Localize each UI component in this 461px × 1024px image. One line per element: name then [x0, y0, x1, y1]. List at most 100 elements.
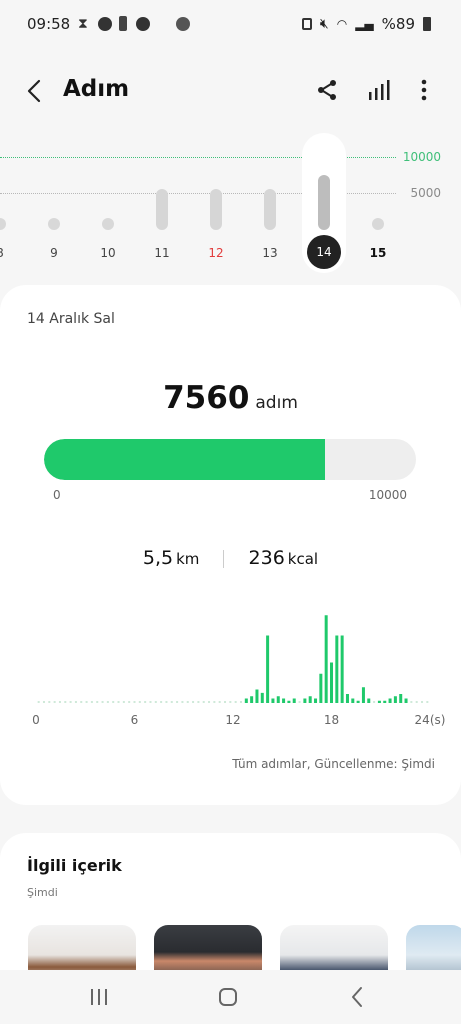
- week-day-dot: [372, 218, 384, 230]
- step-count-value: 7560: [163, 380, 250, 416]
- hourly-empty-dot: [138, 701, 141, 703]
- shazam-icon: [136, 17, 150, 31]
- week-day-13[interactable]: 13: [250, 125, 290, 275]
- hourly-empty-dot: [53, 701, 56, 703]
- week-day-10[interactable]: 10: [88, 125, 128, 275]
- week-day-14[interactable]: 14: [302, 133, 346, 273]
- hourly-bar: [361, 687, 365, 703]
- hourly-bar: [393, 696, 397, 703]
- week-day-12[interactable]: 12: [196, 125, 236, 275]
- hourly-bar: [255, 689, 259, 703]
- hourly-bar: [367, 698, 371, 703]
- system-nav-bar: [0, 970, 461, 1024]
- week-day-8[interactable]: 8: [0, 125, 20, 275]
- hourly-empty-dot: [101, 701, 104, 703]
- step-count: 7560 adım: [0, 380, 461, 416]
- week-day-label: 12: [208, 246, 224, 260]
- hourly-empty-dot: [224, 701, 227, 703]
- hourly-bar: [383, 700, 387, 703]
- step-count-unit: adım: [255, 393, 298, 413]
- recent-apps-icon[interactable]: [89, 988, 109, 1006]
- hourly-bar: [303, 698, 307, 703]
- hourly-bar: [399, 694, 403, 703]
- goal-progress-fill: [44, 439, 326, 480]
- hourly-empty-dot: [197, 701, 200, 703]
- hourly-bar: [292, 698, 296, 703]
- hourly-empty-dot: [122, 701, 125, 703]
- week-day-15[interactable]: 15: [358, 125, 398, 275]
- hourly-bar: [345, 694, 349, 703]
- app-bar: Adım: [0, 66, 461, 116]
- week-day-label: 8: [0, 246, 20, 260]
- hourly-empty-dot: [48, 701, 51, 703]
- home-icon[interactable]: [219, 988, 237, 1006]
- hourly-empty-dot: [202, 701, 205, 703]
- chart-footnote: Tüm adımlar, Güncellenme: Şimdi: [232, 757, 435, 771]
- week-day-label: 11: [154, 246, 170, 260]
- hourly-x-tick: 6: [131, 713, 139, 727]
- week-day-dot: [102, 218, 114, 230]
- hourly-bar: [250, 696, 254, 703]
- weekly-steps-chart[interactable]: 10000 5000 8 9 10 11 12 13 14 15: [0, 125, 461, 275]
- hourly-bar: [260, 692, 264, 703]
- hourly-empty-dot: [128, 701, 131, 703]
- stats-divider: [223, 549, 225, 568]
- nba-icon: [119, 16, 127, 31]
- distance-unit: km: [176, 550, 200, 568]
- hourly-bar: [330, 662, 333, 703]
- hourly-empty-dot: [426, 701, 429, 703]
- hourly-empty-dot: [64, 701, 67, 703]
- week-day-label: 15: [369, 246, 387, 260]
- calories-value: 236: [248, 547, 285, 569]
- more-vert-icon[interactable]: [414, 78, 434, 102]
- goal-progress-bar: [44, 439, 416, 480]
- week-day-dot: [48, 218, 60, 230]
- facebook-icon: [98, 17, 112, 31]
- hourly-bar: [335, 635, 339, 703]
- hourly-bar: [351, 698, 355, 703]
- week-day-bar: [156, 189, 168, 230]
- status-bar: 09:58 ⧗ 🔇︎ ◠ ▂▄ %89: [0, 0, 461, 50]
- related-title: İlgili içerik: [27, 856, 122, 875]
- hourglass-icon: ⧗: [78, 16, 88, 32]
- hourly-empty-dot: [154, 701, 157, 703]
- summary-date: 14 Aralık Sal: [27, 311, 115, 327]
- hourly-empty-dot: [117, 701, 120, 703]
- week-day-bar: [210, 189, 222, 230]
- hourly-empty-dot: [415, 701, 418, 703]
- share-icon[interactable]: [315, 78, 339, 102]
- distance-value: 5,5: [142, 547, 174, 569]
- back-arrow-icon[interactable]: [22, 78, 48, 104]
- calories-unit: kcal: [287, 550, 319, 568]
- hourly-bar: [388, 698, 392, 703]
- hourly-bar: [314, 698, 318, 703]
- hourly-bar: [340, 635, 344, 703]
- wifi-icon: ◠: [336, 17, 348, 31]
- nav-back-icon[interactable]: [350, 986, 364, 1008]
- hourly-x-tick: 18: [324, 713, 339, 727]
- hourly-x-tick: 24(s): [415, 713, 446, 727]
- week-day-11[interactable]: 11: [142, 125, 182, 275]
- goal-gridline-label: 10000: [402, 150, 441, 164]
- progress-max-label: 10000: [368, 488, 407, 502]
- week-day-9[interactable]: 9: [34, 125, 74, 275]
- signal-icon: ▂▄: [355, 17, 374, 31]
- hourly-empty-dot: [213, 701, 216, 703]
- hourly-bar: [276, 696, 280, 703]
- hourly-bar: [287, 700, 291, 703]
- battery-icon: [423, 17, 431, 31]
- hourly-empty-dot: [192, 701, 195, 703]
- hourly-empty-dot: [42, 701, 45, 703]
- hourly-empty-dot: [218, 701, 221, 703]
- hourly-bar: [266, 635, 270, 703]
- hourly-bar: [319, 673, 323, 703]
- hourly-empty-dot: [144, 701, 147, 703]
- week-day-bar: [318, 174, 330, 230]
- hourly-empty-dot: [165, 701, 168, 703]
- bar-chart-icon[interactable]: [368, 80, 390, 100]
- week-day-label: 14: [307, 235, 341, 269]
- hourly-x-tick: 0: [32, 713, 40, 727]
- week-day-label: 13: [262, 246, 278, 260]
- hourly-steps-chart[interactable]: 0 6 12 18 24(s): [26, 605, 446, 735]
- hourly-empty-dot: [410, 701, 413, 703]
